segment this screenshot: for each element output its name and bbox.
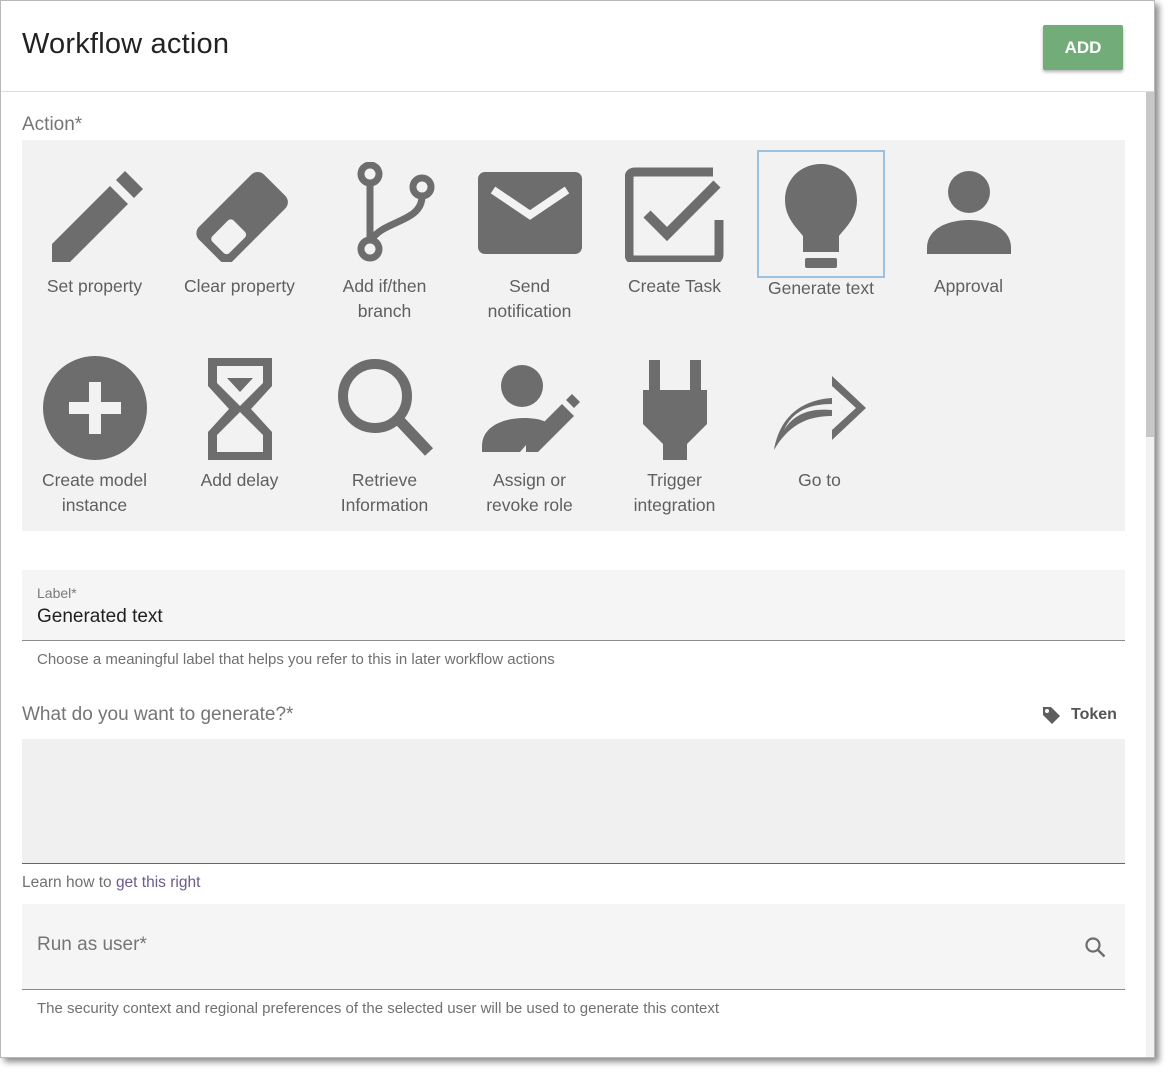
action-grid: Set property Clear property Add if/then	[22, 140, 1125, 531]
person-icon	[926, 171, 1011, 254]
plug-icon	[642, 360, 707, 460]
eraser-icon	[195, 171, 288, 262]
tile-label: Go to	[798, 470, 841, 490]
label-field[interactable]: Label* Generated text	[22, 570, 1125, 641]
tile-label: Generate text	[767, 278, 875, 298]
tile-label: Add if/then branch	[312, 274, 457, 324]
action-tile-generate-text[interactable]: Generate text	[757, 150, 885, 298]
token-button[interactable]: Token	[1041, 703, 1117, 727]
plus-circle-icon	[42, 356, 147, 460]
tile-label-line-2: integration	[633, 495, 716, 515]
label-field-helper: Choose a meaningful label that helps you…	[37, 651, 555, 668]
tile-label-line-2: Information	[340, 495, 429, 515]
tag-icon	[1043, 707, 1060, 724]
search-icon[interactable]	[1084, 936, 1106, 958]
tile-label: Approval	[933, 276, 1004, 296]
tile-label-line-1: Send	[509, 276, 550, 296]
run-as-user-placeholder: Run as user*	[37, 934, 147, 955]
tile-label: Clear property	[184, 276, 295, 296]
run-as-user-field[interactable]: Run as user*	[22, 904, 1125, 990]
tile-label-line-2: revoke role	[486, 495, 573, 515]
redirect-arrow-icon	[773, 376, 866, 450]
tile-label: Retrieve Information	[312, 468, 457, 518]
tile-label-line-2: branch	[357, 301, 412, 321]
dialog-title: Workflow action	[22, 28, 230, 60]
action-tile-set-property[interactable]: Set property	[22, 162, 167, 299]
token-label: Token	[1071, 706, 1117, 723]
person-edit-icon	[481, 365, 580, 452]
scrollbar[interactable]	[1146, 92, 1154, 1057]
action-tile-retrieve-information[interactable]: Retrieve Information	[312, 356, 457, 518]
learn-help-text: Learn how to get this right	[22, 874, 200, 892]
action-tile-add-delay[interactable]: Add delay	[167, 356, 312, 493]
branch-icon	[357, 162, 434, 262]
action-tile-approval[interactable]: Approval	[896, 162, 1041, 299]
action-tile-clear-property[interactable]: Clear property	[167, 162, 312, 299]
envelope-icon	[477, 172, 582, 254]
tile-label-line-2: instance	[61, 495, 128, 515]
scrollbar-thumb[interactable]	[1146, 92, 1154, 437]
checkbox-icon	[624, 167, 723, 262]
action-tile-assign-or-revoke-role[interactable]: Assign or revoke role	[457, 356, 602, 518]
tile-label: Add delay	[200, 470, 279, 490]
learn-link[interactable]: get this right	[116, 874, 200, 891]
label-field-label: Label*	[37, 585, 77, 601]
tile-label: Trigger integration	[602, 468, 747, 518]
tile-label-line-1: Retrieve	[351, 470, 418, 490]
tile-label: Create model instance	[22, 468, 167, 518]
tile-label: Create Task	[627, 276, 722, 296]
action-tile-add-if-then-branch[interactable]: Add if/then branch	[312, 162, 457, 324]
lightbulb-icon	[785, 164, 857, 268]
label-field-value[interactable]: Generated text	[37, 606, 163, 628]
action-tile-trigger-integration[interactable]: Trigger integration	[602, 356, 747, 518]
add-button[interactable]: ADD	[1043, 25, 1123, 70]
run-as-user-helper: The security context and regional prefer…	[37, 1000, 720, 1017]
tile-label-line-1: Create model	[41, 470, 148, 490]
tile-label-line-1: Trigger	[647, 470, 702, 490]
tile-label: Send notification	[457, 274, 602, 324]
action-tile-send-notification[interactable]: Send notification	[457, 162, 602, 324]
generate-textarea[interactable]	[22, 739, 1125, 864]
learn-prefix: Learn how to	[22, 874, 116, 891]
workflow-action-dialog: Workflow action ADD Action* Set property…	[0, 0, 1155, 1058]
action-tile-go-to[interactable]: Go to	[747, 356, 892, 493]
tile-label: Set property	[46, 276, 143, 296]
hourglass-icon	[207, 358, 272, 460]
dialog-header: Workflow action ADD	[1, 1, 1154, 92]
pencil-icon	[51, 171, 143, 262]
tile-label-line-1: Assign or	[493, 470, 566, 490]
action-section-label: Action*	[22, 114, 83, 135]
tile-label-line-2: notification	[487, 301, 572, 321]
generate-section-label: What do you want to generate?*	[22, 704, 294, 725]
magnifier-icon	[337, 359, 433, 456]
tile-label-line-1: Add if/then	[342, 276, 427, 296]
action-tile-create-model-instance[interactable]: Create model instance	[22, 356, 167, 518]
action-tile-create-task[interactable]: Create Task	[602, 162, 747, 299]
tile-label: Assign or revoke role	[457, 468, 602, 518]
